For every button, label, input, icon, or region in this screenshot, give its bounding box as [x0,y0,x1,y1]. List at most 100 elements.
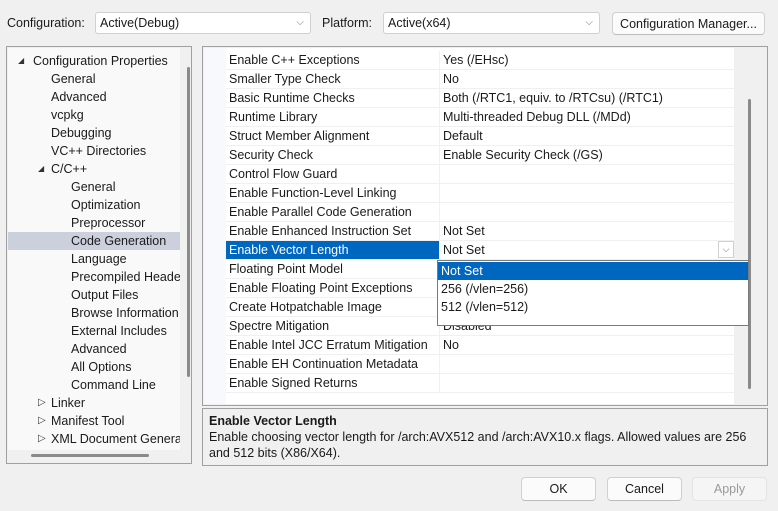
grid-viewport: Enable C++ Exceptions Yes (/EHsc) Smaller … [204,48,734,404]
tree-item-label: XML Document Genera [51,432,180,446]
chevron-down-icon[interactable]: ⌵ [718,241,734,258]
tree-item-label: External Includes [71,324,167,338]
description-panel: Enable Vector Length Enable choosing vec… [202,408,768,466]
property-row[interactable]: Enable Signed Returns [226,374,734,393]
platform-combo[interactable]: Active(x64) ⌵ [383,12,600,34]
property-name: Smaller Type Check [229,72,341,86]
tree-item-label: Linker [51,396,86,410]
tree-item-label: Language [71,252,127,266]
property-row[interactable]: Enable Parallel Code Generation [226,203,734,222]
tree-item-label: Browse Information [71,306,179,320]
tree-item-label: General [71,180,116,194]
tree-item[interactable]: External Includes [8,322,180,340]
property-name: Enable Enhanced Instruction Set [229,224,412,238]
property-row[interactable]: Enable Function-Level Linking [226,184,734,203]
tree-item[interactable]: ▷ XML Document Genera [8,430,180,448]
property-row[interactable]: Enable Intel JCC Erratum Mitigation No [226,336,734,355]
collapsed-arrow-icon[interactable]: ▷ [38,412,46,430]
property-name: Control Flow Guard [229,167,338,181]
column-divider [439,89,440,108]
property-grid[interactable]: Enable C++ Exceptions Yes (/EHsc) Smaller … [202,46,768,406]
property-value: Enable Security Check (/GS) [443,148,603,162]
cancel-button[interactable]: Cancel [607,477,682,501]
property-name: Enable Parallel Code Generation [229,205,412,219]
tree-item[interactable]: ◢ C/C++ [8,160,180,178]
column-divider [439,127,440,146]
tree-item[interactable]: Browse Information [8,304,180,322]
property-name: Basic Runtime Checks [229,91,355,105]
column-divider [439,222,440,241]
property-tree[interactable]: ◢ Configuration Properties General Advanced… [6,46,192,464]
tree-item[interactable]: Advanced [8,88,180,106]
tree-horizontal-scrollbar[interactable] [31,454,149,457]
property-value-combo[interactable]: Not Set ⌵ [440,241,734,259]
property-row[interactable]: Enable Enhanced Instruction Set Not Set [226,222,734,241]
tree-item[interactable]: vcpkg [8,106,180,124]
property-name: Enable Floating Point Exceptions [229,281,413,295]
property-name: Security Check [229,148,314,162]
collapsed-arrow-icon[interactable]: ▷ [38,394,46,412]
tree-item[interactable]: All Options [8,358,180,376]
tree-item-label: Output Files [71,288,139,302]
column-divider [439,374,440,393]
tree-item[interactable]: Command Line [8,376,180,394]
property-value: Not Set [443,243,485,257]
tree-item[interactable]: Advanced [8,340,180,358]
tree-item[interactable]: Debugging [8,124,180,142]
tree-item-label: Code Generation [71,234,167,248]
property-name: Enable Intel JCC Erratum Mitigation [229,338,428,352]
dropdown-option[interactable]: Not Set [438,262,748,280]
property-row[interactable]: Enable C++ Exceptions Yes (/EHsc) [226,51,734,70]
property-row[interactable]: Runtime Library Multi-threaded Debug DLL … [226,108,734,127]
tree-item[interactable]: ◢ Configuration Properties [8,52,180,70]
property-row[interactable]: Smaller Type Check No [226,70,734,89]
tree-item-label: Command Line [71,378,156,392]
expanded-arrow-icon[interactable]: ◢ [38,160,44,178]
vector-length-dropdown-list[interactable]: Not Set 256 (/vlen=256) 512 (/vlen=512) [437,260,749,326]
tree-item[interactable]: Preprocessor [8,214,180,232]
tree-item-label: Advanced [71,342,127,356]
ok-button[interactable]: OK [521,477,596,501]
property-row[interactable]: Enable EH Continuation Metadata [226,355,734,374]
property-row[interactable]: Struct Member Alignment Default [226,127,734,146]
dropdown-option[interactable]: 512 (/vlen=512) [438,298,748,316]
property-row[interactable]: Basic Runtime Checks Both (/RTC1, equiv. … [226,89,734,108]
tree-vertical-scrollbar[interactable] [187,67,190,377]
tree-item[interactable]: VC++ Directories [8,142,180,160]
property-value: No [443,72,459,86]
tree-item[interactable]: Precompiled Heade [8,268,180,286]
property-row[interactable]: Security Check Enable Security Check (/GS… [226,146,734,165]
property-name: Enable EH Continuation Metadata [229,357,419,371]
column-divider [439,70,440,89]
configuration-value: Active(Debug) [100,16,180,30]
property-value: Yes (/EHsc) [443,53,509,67]
configuration-manager-button[interactable]: Configuration Manager... [612,12,765,35]
property-value: Not Set [443,224,485,238]
tree-item-label: Precompiled Heade [71,270,180,284]
description-text: Enable choosing vector length for /arch:… [209,430,747,460]
column-divider [439,184,440,203]
tree-item[interactable]: Code Generation [8,232,180,250]
apply-button[interactable]: Apply [692,477,767,501]
tree-item[interactable]: General [8,178,180,196]
tree-viewport: ◢ Configuration Properties General Advanced… [8,48,180,450]
tree-item[interactable]: Language [8,250,180,268]
property-name: Enable Vector Length [229,243,349,257]
grid-vertical-scrollbar[interactable] [748,99,751,389]
tree-item[interactable]: ▷ Linker [8,394,180,412]
tree-item[interactable]: ▷ Manifest Tool [8,412,180,430]
property-row[interactable]: Control Flow Guard [226,165,734,184]
tree-item-label: vcpkg [51,108,84,122]
tree-item[interactable]: Optimization [8,196,180,214]
column-divider [439,336,440,355]
expanded-arrow-icon[interactable]: ◢ [18,52,24,70]
tree-item[interactable]: Output Files [8,286,180,304]
grid-gutter [204,48,226,404]
dropdown-option[interactable]: 256 (/vlen=256) [438,280,748,298]
tree-item-label: Configuration Properties [33,54,168,68]
configuration-combo[interactable]: Active(Debug) ⌵ [95,12,311,34]
property-row[interactable]: Enable Vector Length Not Set ⌵ [226,241,734,260]
tree-item[interactable]: General [8,70,180,88]
collapsed-arrow-icon[interactable]: ▷ [38,430,46,448]
property-name: Enable Function-Level Linking [229,186,397,200]
